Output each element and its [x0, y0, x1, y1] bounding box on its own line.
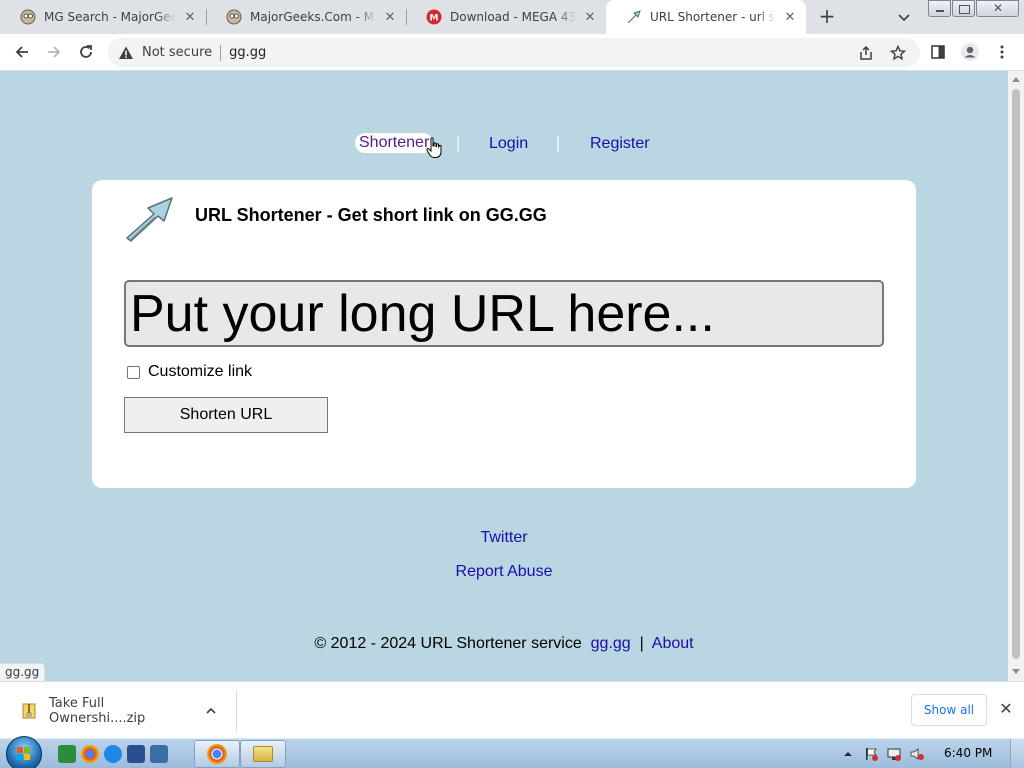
download-item[interactable]: Take Full Ownershi....zip [0, 690, 237, 732]
start-button[interactable] [6, 736, 42, 768]
taskbar: 6:40 PM [0, 736, 1024, 768]
long-url-input[interactable] [124, 280, 884, 347]
link-status-bubble: gg.gg [0, 663, 46, 681]
arrow-icon [626, 9, 642, 25]
side-panel-icon[interactable] [928, 42, 948, 62]
divider [220, 44, 222, 61]
vertical-scrollbar[interactable] [1008, 71, 1024, 681]
address-bar[interactable]: Not secure gg.gg [108, 38, 920, 67]
about-link[interactable]: About [652, 635, 694, 652]
close-icon[interactable]: ✕ [182, 9, 198, 25]
tab-title: URL Shortener - url shortener [650, 10, 776, 24]
report-abuse-row: Report Abuse [0, 563, 1008, 581]
taskbar-explorer-button[interactable] [240, 740, 286, 768]
majorgeeks-icon [20, 9, 36, 25]
warning-icon[interactable] [118, 45, 134, 61]
share-icon[interactable] [857, 44, 875, 62]
tab-majorgeeks[interactable]: MajorGeeks.Com - MajorGeeks ✕ [206, 0, 406, 34]
twitter-row: Twitter [0, 529, 1008, 547]
tab-url-shortener[interactable]: URL Shortener - url shortener ✕ [606, 0, 806, 34]
site-link[interactable]: gg.gg [591, 635, 631, 652]
mega-icon: M [426, 9, 442, 25]
close-icon[interactable]: ✕ [582, 9, 598, 25]
nav-separator: | [556, 135, 561, 152]
top-navigation: Shortener | Login | Register [0, 132, 1008, 158]
tab-title: Download - MEGA 43% [450, 10, 576, 24]
report-abuse-link[interactable]: Report Abuse [456, 563, 553, 580]
new-tab-button[interactable]: + [816, 5, 838, 27]
security-label[interactable]: Not secure [142, 45, 212, 60]
customize-link-checkbox[interactable] [127, 365, 140, 379]
internet-explorer-icon[interactable] [104, 745, 122, 763]
desktop-icon[interactable] [127, 745, 145, 763]
taskbar-clock[interactable]: 6:40 PM [944, 746, 992, 760]
tab-title: MajorGeeks.Com - MajorGeeks [250, 10, 376, 24]
reload-icon[interactable] [76, 42, 96, 62]
network-icon[interactable] [886, 746, 902, 762]
scroll-up-icon[interactable] [1012, 77, 1020, 82]
nav-login-link[interactable]: Login [489, 135, 528, 153]
nav-shortener-link[interactable]: Shortener [355, 133, 434, 153]
nav-register-link[interactable]: Register [590, 135, 650, 153]
close-icon[interactable]: ✕ [382, 9, 398, 25]
show-hidden-icons-icon[interactable] [840, 746, 856, 762]
svg-text:M: M [430, 14, 439, 24]
scrollbar-thumb[interactable] [1012, 89, 1020, 659]
download-filename: Take Full Ownershi....zip [49, 696, 146, 726]
taskbar-chrome-button[interactable] [194, 740, 240, 768]
scroll-down-icon[interactable] [1012, 669, 1020, 674]
customize-link-label[interactable]: Customize link [148, 363, 252, 381]
page-title: URL Shortener - Get short link on GG.GG [195, 205, 547, 225]
copyright-footer: © 2012 - 2024 URL Shortener service gg.g… [0, 635, 1008, 653]
profile-icon[interactable] [960, 42, 980, 62]
window-controls [928, 0, 1020, 17]
menu-kebab-icon[interactable] [992, 42, 1012, 62]
folder-icon [253, 746, 273, 762]
url-text[interactable]: gg.gg [229, 45, 266, 60]
download-shelf: Take Full Ownershi....zip Show all ✕ [0, 681, 1024, 738]
chevron-down-icon[interactable] [895, 8, 913, 26]
minimize-button[interactable] [928, 0, 951, 17]
chrome-icon [207, 744, 227, 764]
tab-strip: MG Search - MajorGeeks ✕ MajorGeeks.Com … [0, 0, 1024, 34]
utorrent-icon[interactable] [58, 745, 76, 763]
back-icon[interactable] [12, 42, 32, 62]
chevron-up-icon[interactable] [205, 705, 217, 717]
nav-separator: | [456, 135, 461, 152]
show-desktop-button[interactable] [1010, 739, 1024, 768]
forward-icon[interactable] [44, 42, 64, 62]
close-icon[interactable]: ✕ [997, 700, 1015, 718]
zip-file-icon [22, 703, 36, 719]
hand-cursor-icon [426, 137, 442, 158]
tab-mg-search[interactable]: MG Search - MajorGeeks ✕ [0, 0, 206, 34]
tab-title: MG Search - MajorGeeks [44, 10, 176, 24]
arrow-logo-icon [126, 197, 173, 242]
copyright-text: © 2012 - 2024 URL Shortener service [314, 635, 582, 652]
close-icon[interactable]: ✕ [782, 9, 798, 25]
computer-icon[interactable] [150, 745, 168, 763]
customize-link-option[interactable]: Customize link [127, 363, 252, 381]
twitter-link[interactable]: Twitter [480, 529, 527, 546]
tab-mega[interactable]: M Download - MEGA 43% ✕ [406, 0, 606, 34]
shorten-url-button[interactable]: Shorten URL [124, 397, 328, 433]
majorgeeks-icon [226, 9, 242, 25]
star-icon[interactable] [889, 44, 907, 62]
windows-logo-icon [17, 747, 30, 760]
browser-toolbar: Not secure gg.gg [0, 34, 1024, 71]
system-tray [840, 739, 932, 768]
volume-muted-icon[interactable] [909, 746, 925, 762]
show-all-button[interactable]: Show all [911, 694, 987, 726]
chrome-icon[interactable] [81, 745, 99, 763]
action-center-flag-icon[interactable] [863, 746, 879, 762]
close-window-button[interactable] [976, 0, 1019, 17]
footer-divider: | [639, 635, 644, 652]
maximize-button[interactable] [952, 0, 975, 17]
